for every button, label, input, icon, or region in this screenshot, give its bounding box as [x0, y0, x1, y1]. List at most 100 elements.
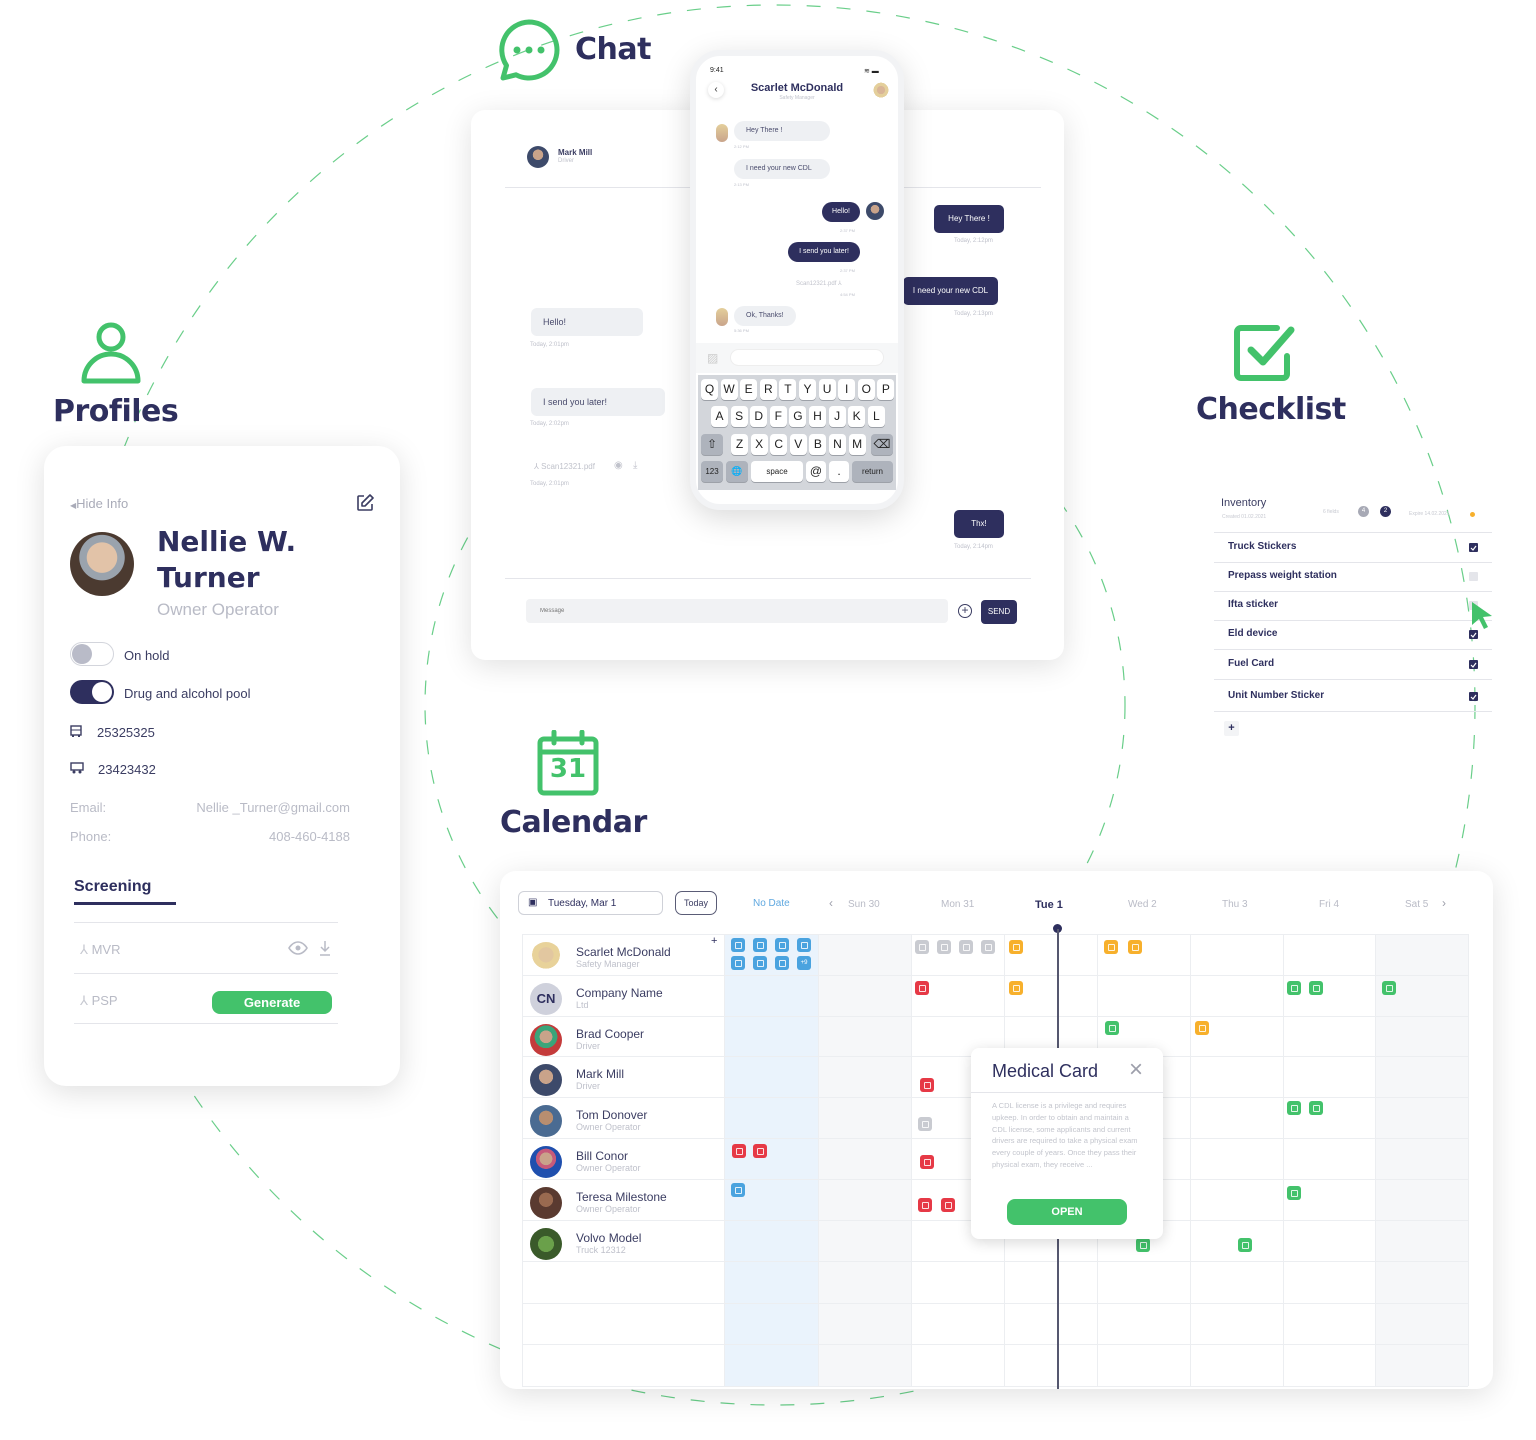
day-header[interactable]: Wed 2 — [1128, 899, 1157, 910]
download-icon[interactable] — [319, 940, 331, 961]
calendar-event[interactable] — [937, 940, 951, 954]
row-name[interactable]: Brad Cooper — [576, 1027, 644, 1041]
calendar-event[interactable] — [753, 956, 767, 970]
calendar-event[interactable] — [981, 940, 995, 954]
calendar-event[interactable] — [959, 940, 973, 954]
dot-key[interactable]: . — [829, 461, 849, 482]
calendar-event[interactable] — [797, 938, 811, 952]
calendar-event[interactable] — [920, 1078, 934, 1092]
numbers-key[interactable]: 123 — [701, 461, 723, 482]
calendar-event[interactable] — [1238, 1238, 1252, 1252]
phone-value[interactable]: 408-460-4188 — [269, 829, 350, 844]
keyboard-key[interactable]: I — [838, 379, 856, 400]
backspace-key[interactable]: ⌫ — [871, 434, 893, 455]
checkbox[interactable] — [1469, 692, 1478, 701]
calendar-event[interactable] — [915, 981, 929, 995]
phone-message-input[interactable] — [730, 349, 884, 366]
keyboard-key[interactable]: C — [770, 434, 788, 455]
keyboard-key[interactable]: A — [711, 406, 728, 427]
calendar-event[interactable] — [1287, 1186, 1301, 1200]
keyboard-key[interactable]: H — [809, 406, 826, 427]
calendar-event[interactable] — [775, 938, 789, 952]
view-icon[interactable] — [288, 941, 308, 960]
on-hold-toggle[interactable] — [70, 642, 114, 666]
keyboard-key[interactable]: T — [779, 379, 797, 400]
keyboard-key[interactable]: R — [759, 379, 777, 400]
calendar-event[interactable] — [941, 1198, 955, 1212]
generate-button[interactable]: Generate — [212, 991, 332, 1014]
date-picker[interactable]: ▣ Tuesday, Mar 1 — [518, 891, 663, 915]
keyboard-key[interactable]: F — [769, 406, 787, 427]
keyboard-key[interactable]: N — [829, 434, 846, 455]
keyboard-key[interactable]: V — [789, 434, 807, 455]
keyboard-key[interactable]: B — [809, 434, 827, 455]
keyboard-key[interactable]: E — [740, 379, 758, 400]
tab-screening[interactable]: Screening — [74, 878, 151, 896]
row-name[interactable]: Teresa Milestone — [576, 1190, 667, 1204]
close-icon[interactable]: × — [1129, 1056, 1143, 1084]
keyboard-key[interactable]: D — [750, 406, 768, 427]
calendar-event[interactable] — [732, 1144, 746, 1158]
calendar-event[interactable] — [731, 956, 745, 970]
row-name[interactable]: Volvo Model — [576, 1231, 641, 1245]
hide-info-link[interactable]: ◀Hide Info — [70, 496, 128, 511]
keyboard-key[interactable]: Q — [701, 379, 718, 400]
day-header[interactable]: Tue 1 — [1035, 899, 1063, 911]
add-event-button[interactable]: + — [711, 935, 717, 947]
keyboard-key[interactable]: M — [848, 434, 866, 455]
keyboard-key[interactable]: W — [720, 379, 738, 400]
file-attachment[interactable]: ⅄ Scan12321.pdf — [534, 462, 595, 471]
keyboard-key[interactable]: J — [828, 406, 846, 427]
row-name[interactable]: Scarlet McDonald — [576, 945, 671, 959]
keyboard-key[interactable]: P — [877, 379, 895, 400]
keyboard-key[interactable]: Z — [731, 434, 748, 455]
calendar-event[interactable] — [1104, 940, 1118, 954]
calendar-event[interactable] — [1195, 1021, 1209, 1035]
download-icon[interactable]: ⤓ — [633, 460, 637, 471]
row-name[interactable]: Mark Mill — [576, 1067, 624, 1081]
calendar-event[interactable] — [1287, 981, 1301, 995]
calendar-event[interactable] — [753, 1144, 767, 1158]
calendar-event[interactable] — [920, 1155, 934, 1169]
row-name[interactable]: Tom Donover — [576, 1108, 647, 1122]
image-icon[interactable]: ▨ — [707, 351, 718, 365]
add-attachment-icon[interactable]: + — [958, 604, 972, 618]
checkbox[interactable] — [1469, 660, 1478, 669]
email-value[interactable]: Nellie _Turner@gmail.com — [196, 800, 350, 815]
calendar-event[interactable] — [1105, 1021, 1119, 1035]
calendar-event[interactable] — [753, 938, 767, 952]
phone-file-attachment[interactable]: Scan12321.pdf ⅄ — [796, 280, 842, 287]
globe-key[interactable]: 🌐 — [726, 461, 748, 482]
keyboard-key[interactable]: S — [730, 406, 748, 427]
checkbox[interactable] — [1469, 543, 1478, 552]
keyboard-key[interactable]: Y — [799, 379, 816, 400]
keyboard-key[interactable]: L — [867, 406, 885, 427]
checkbox[interactable] — [1469, 572, 1478, 581]
message-input[interactable] — [526, 599, 948, 623]
keyboard-key[interactable]: G — [789, 406, 807, 427]
send-button[interactable]: SEND — [981, 600, 1017, 624]
row-name[interactable]: Bill Conor — [576, 1149, 628, 1163]
space-key[interactable]: space — [751, 461, 803, 482]
day-header[interactable]: Sun 30 — [848, 899, 880, 910]
calendar-event[interactable] — [1382, 981, 1396, 995]
keyboard-key[interactable]: U — [818, 379, 836, 400]
keyboard-key[interactable]: K — [848, 406, 866, 427]
calendar-event[interactable] — [918, 1198, 932, 1212]
drug-alcohol-pool-toggle[interactable] — [70, 680, 114, 704]
more-events-badge[interactable]: +9 — [797, 956, 811, 970]
day-header[interactable]: Thu 3 — [1222, 899, 1248, 910]
calendar-event[interactable] — [731, 1183, 745, 1197]
calendar-event[interactable] — [775, 956, 789, 970]
calendar-event[interactable] — [731, 938, 745, 952]
calendar-event[interactable] — [918, 1117, 932, 1131]
edit-icon[interactable] — [356, 494, 376, 514]
calendar-event[interactable] — [1309, 1101, 1323, 1115]
next-week-button[interactable]: › — [1442, 896, 1446, 910]
calendar-event[interactable] — [1009, 981, 1023, 995]
day-header[interactable]: Fri 4 — [1319, 899, 1339, 910]
today-button[interactable]: Today — [675, 891, 717, 915]
calendar-event[interactable] — [1128, 940, 1142, 954]
day-header[interactable]: Mon 31 — [941, 899, 974, 910]
open-button[interactable]: OPEN — [1007, 1199, 1127, 1225]
